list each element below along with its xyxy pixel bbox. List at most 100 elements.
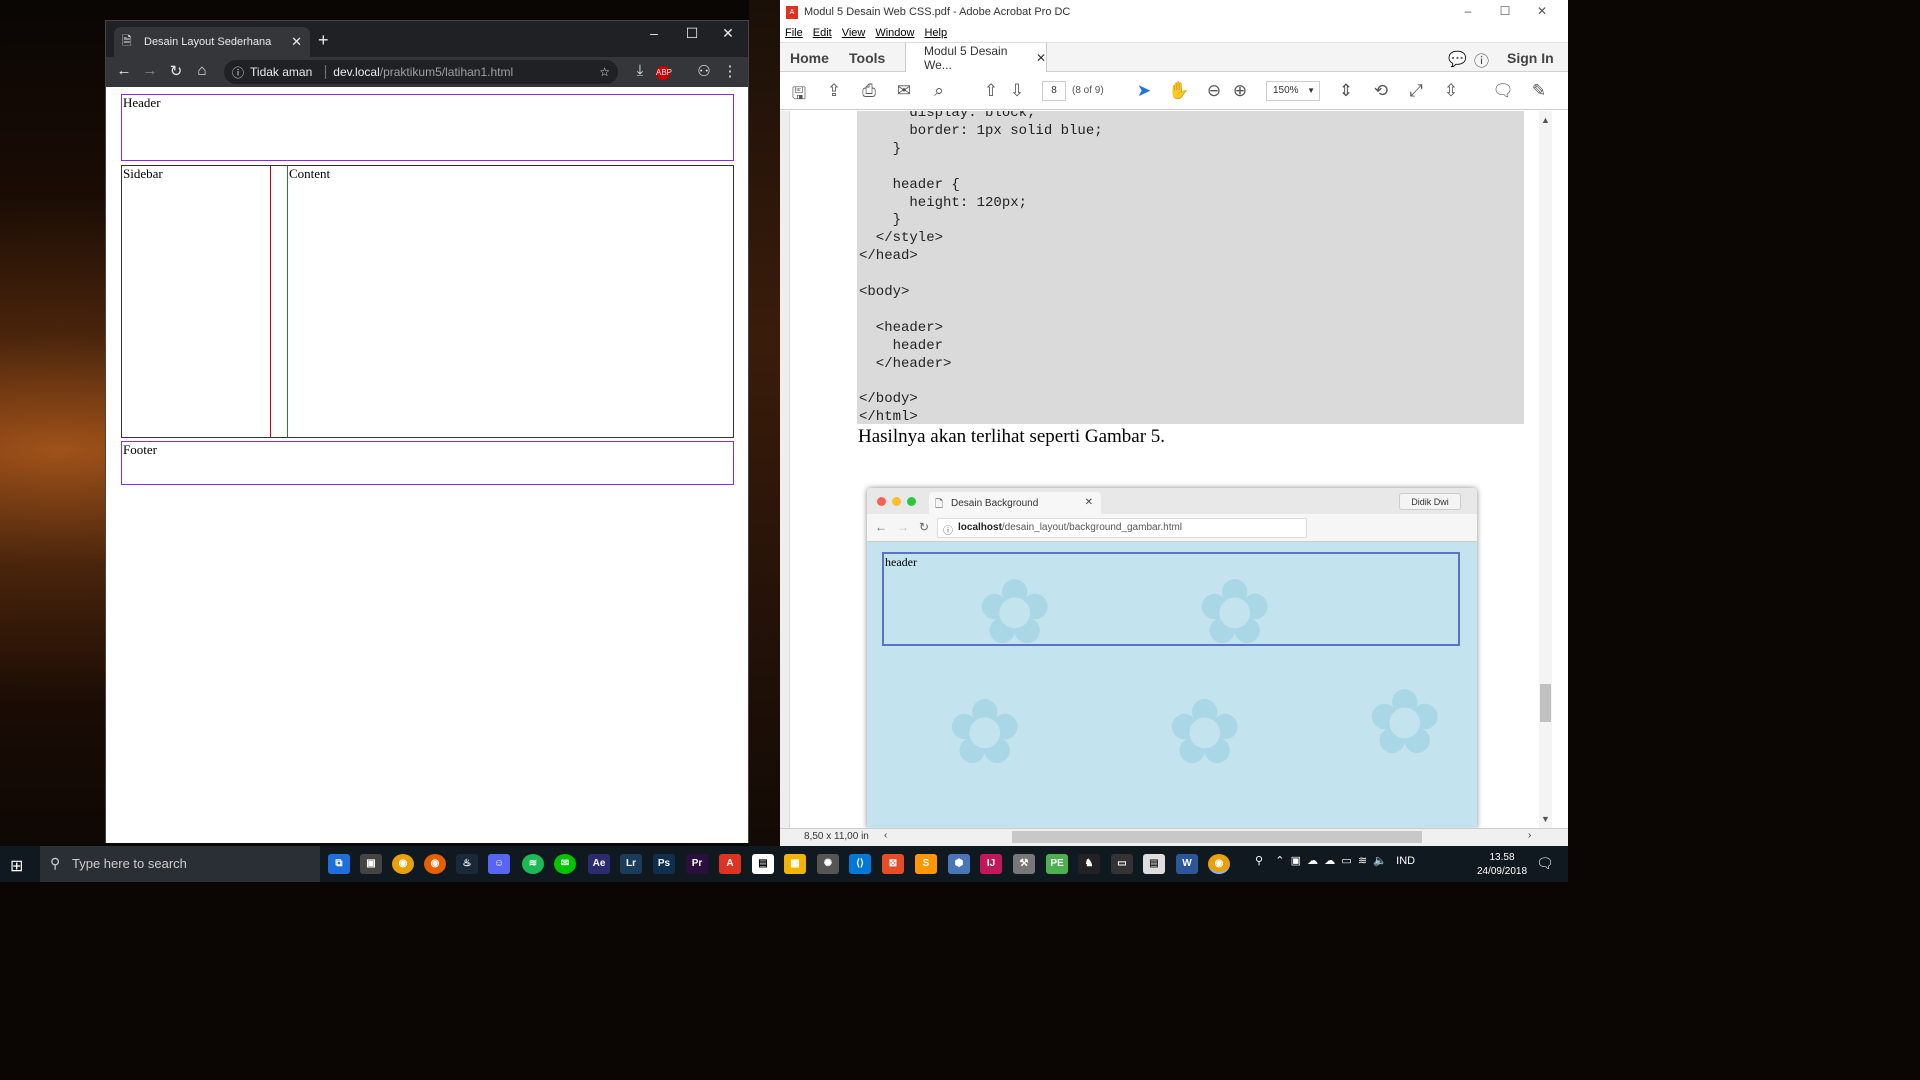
notepad-icon[interactable]: ▤ — [1143, 854, 1165, 874]
mask-icon[interactable]: ♞ — [1078, 854, 1100, 874]
scroll-down-icon[interactable]: ▼ — [1541, 814, 1550, 824]
scrolling-mode-icon[interactable]: ⇳ — [1440, 81, 1462, 101]
menu-window[interactable]: Window — [875, 27, 914, 39]
premiere-icon[interactable]: Pr — [686, 854, 708, 874]
maximize-button[interactable]: ☐ — [682, 25, 702, 42]
hand-tool-icon[interactable]: ✋ — [1168, 81, 1190, 101]
rotate-view-icon[interactable]: ⟲ — [1370, 81, 1392, 101]
people-icon[interactable]: ⚲ — [1255, 855, 1263, 867]
upload-icon[interactable]: ⇪ — [823, 81, 845, 101]
chrome-icon[interactable]: ◉ — [392, 854, 414, 874]
chrome-tab-active[interactable]: 🗎 Desain Layout Sederhana ✕ — [114, 27, 310, 57]
pe-explorer-icon[interactable]: PE — [1046, 854, 1068, 874]
taskbar-search[interactable]: ⚲ Type here to search — [40, 846, 320, 882]
spotify-icon[interactable]: ≋ — [522, 854, 544, 874]
scroll-left-icon[interactable]: ‹ — [884, 830, 887, 841]
game-icon[interactable]: ✺ — [817, 854, 839, 874]
zoom-select[interactable]: 150% ▼ — [1266, 81, 1320, 101]
home-icon[interactable]: ⌂ — [192, 62, 212, 79]
menu-help[interactable]: Help — [924, 27, 947, 39]
page-down-icon[interactable]: ⇩ — [1006, 81, 1028, 101]
help-icon[interactable]: ⓘ — [1474, 50, 1489, 71]
vscode-icon[interactable]: ⟨⟩ — [849, 854, 871, 874]
clock[interactable]: 13.58 24/09/2018 — [1470, 851, 1534, 879]
chrome-running-icon[interactable]: ◉ — [1208, 854, 1230, 874]
menu-edit[interactable]: Edit — [813, 27, 832, 39]
jetbrains-icon[interactable]: IJ — [980, 854, 1002, 874]
lightroom-icon[interactable]: Lr — [620, 854, 642, 874]
reload-icon[interactable]: ↻ — [166, 62, 186, 80]
windows-start-icon[interactable]: ⊞ — [10, 856, 23, 876]
address-bar[interactable]: ⓘ Tidak aman dev.local/praktikum5/latiha… — [224, 60, 618, 84]
zoom-in-icon[interactable]: ⊕ — [1229, 81, 1251, 101]
email-icon[interactable]: ✉ — [893, 81, 915, 101]
select-cursor-icon[interactable]: ➤ — [1133, 81, 1155, 101]
minimize-button[interactable]: – — [1458, 4, 1478, 18]
taskview-icon[interactable]: ⧉ — [328, 854, 350, 874]
page-number-input[interactable]: 8 — [1042, 81, 1066, 101]
sign-in-link[interactable]: Sign In — [1507, 50, 1554, 66]
file-manager-icon[interactable]: ▦ — [784, 854, 806, 874]
after-effects-icon[interactable]: Ae — [588, 854, 610, 874]
terminal-icon[interactable]: ▭ — [1111, 854, 1133, 874]
language-indicator[interactable]: IND — [1396, 855, 1415, 867]
virtualbox-icon[interactable]: ⬢ — [948, 854, 970, 874]
vertical-scroll-thumb[interactable] — [1540, 684, 1551, 722]
horizontal-scroll-thumb[interactable] — [1012, 831, 1422, 843]
notifications-icon[interactable]: 🗨 — [1536, 855, 1554, 872]
menu-file[interactable]: File — [785, 27, 803, 39]
word-icon[interactable]: W — [1176, 854, 1198, 874]
chrome-menu-icon[interactable]: ⋮ — [720, 62, 740, 80]
tab-home[interactable]: Home — [790, 50, 829, 66]
minimize-button[interactable]: – — [644, 25, 664, 41]
close-window-button[interactable]: ✕ — [1532, 4, 1552, 18]
onedrive-icon[interactable]: ☁ — [1324, 855, 1335, 867]
volume-icon[interactable]: 🔈 — [1373, 855, 1387, 867]
comment-bubble-icon[interactable]: 💬 — [1448, 50, 1467, 68]
info-icon[interactable]: ⓘ — [232, 64, 244, 81]
pen-icon[interactable]: ✎ — [1528, 81, 1550, 101]
bookmark-star-icon[interactable]: ☆ — [599, 65, 610, 79]
photoshop-icon[interactable]: Ps — [653, 854, 675, 874]
new-tab-button[interactable]: + — [318, 30, 329, 51]
fullscreen-icon[interactable]: ⤢ — [1405, 81, 1427, 101]
pdf-viewport[interactable]: display: block; border: 1px solid blue; … — [780, 111, 1568, 828]
tools-icon[interactable]: ⚒ — [1013, 854, 1035, 874]
save-icon[interactable]: 🖫 — [788, 81, 810, 110]
close-window-button[interactable]: ✕ — [718, 25, 738, 42]
sublime-icon[interactable]: S — [915, 854, 937, 874]
wifi-icon[interactable]: ≋ — [1358, 855, 1367, 867]
maximize-button[interactable]: ☐ — [1495, 4, 1515, 18]
discord-icon[interactable]: ☺ — [488, 854, 510, 874]
close-doc-tab-icon[interactable]: ✕ — [1036, 51, 1046, 65]
back-icon[interactable]: ← — [114, 62, 134, 79]
steam-icon[interactable]: ♨ — [456, 854, 478, 874]
print-icon[interactable]: ⎙ — [858, 81, 880, 101]
scroll-up-icon[interactable]: ▲ — [1541, 115, 1550, 125]
tray-app-icon[interactable]: ☁ — [1307, 855, 1318, 867]
left-panel-collapsed[interactable] — [780, 111, 790, 828]
page-up-icon[interactable]: ⇧ — [980, 81, 1002, 101]
adblock-icon[interactable]: ABP — [656, 66, 672, 80]
sticky-notes-icon[interactable]: ▤ — [752, 854, 774, 874]
explorer-icon[interactable]: ▣ — [360, 854, 382, 874]
zoom-out-icon[interactable]: ⊖ — [1203, 81, 1225, 101]
search-icon[interactable]: ⌕ — [928, 81, 950, 101]
incognito-icon[interactable]: ⚇ — [694, 62, 714, 80]
chevron-up-icon[interactable]: ⌃ — [1275, 855, 1284, 867]
firefox-icon[interactable]: ◉ — [424, 854, 446, 874]
comment-icon[interactable]: 🗨 — [1492, 81, 1514, 101]
scroll-right-icon[interactable]: › — [1528, 830, 1531, 841]
vertical-scrollbar[interactable]: ▲ ▼ — [1539, 111, 1552, 828]
line-icon[interactable]: ✉ — [554, 854, 576, 874]
download-icon[interactable]: ⤓ — [630, 62, 650, 79]
menu-view[interactable]: View — [842, 27, 866, 39]
forward-icon[interactable]: → — [140, 62, 160, 79]
tab-document[interactable]: Modul 5 Desain We... ✕ — [905, 43, 1047, 73]
close-tab-icon[interactable]: ✕ — [291, 34, 302, 50]
acrobat-icon[interactable]: A — [719, 854, 741, 874]
fit-page-icon[interactable]: ⇕ — [1335, 81, 1357, 101]
battery-icon[interactable]: ▭ — [1341, 855, 1351, 867]
xampp-icon[interactable]: ⊠ — [882, 854, 904, 874]
tab-tools[interactable]: Tools — [849, 50, 885, 66]
